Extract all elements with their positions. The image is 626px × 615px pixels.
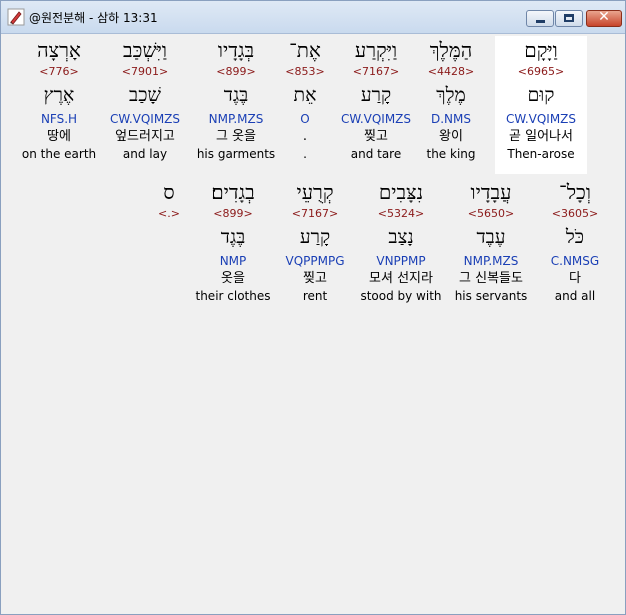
english-gloss: rent — [302, 289, 328, 303]
hebrew-root: בֶּגֶד — [223, 84, 249, 106]
minimize-button[interactable] — [526, 10, 554, 27]
strong-number[interactable]: <3605> — [529, 206, 621, 222]
english-gloss — [127, 288, 211, 304]
hebrew-root: נָצַב — [388, 226, 414, 248]
strong-number[interactable]: <5324> — [355, 206, 447, 222]
parsing-code: VQPPMPG — [285, 254, 345, 268]
parsing-code: NMP.MZS — [463, 254, 519, 268]
korean-gloss: 엎드러지고 — [115, 129, 175, 144]
hebrew-root: שָׁכַב — [129, 84, 161, 106]
title-bar[interactable]: @원전분해 - 삼하 13:31 ✕ — [1, 1, 625, 34]
korean-gloss: 모셔 선지라 — [369, 271, 433, 286]
hebrew-word: וְכָל־ — [559, 180, 591, 204]
strong-number[interactable]: <5650> — [445, 206, 537, 222]
korean-gloss: 그 옷을 — [215, 129, 256, 144]
parsing-code: CW.VQIMZS — [109, 112, 181, 126]
hebrew-word: וַיִּשְׁכַּב — [123, 38, 167, 62]
korean-gloss: 땅에 — [47, 129, 71, 144]
parsing-code — [127, 252, 211, 270]
strong-number[interactable]: <6965> — [495, 64, 587, 80]
parsing-code: CW.VQIMZS — [505, 112, 577, 126]
maximize-icon — [564, 14, 574, 22]
minimize-icon — [536, 20, 545, 23]
strong-number[interactable]: <7167> — [269, 206, 361, 222]
korean-gloss: 곧 일어나서 — [509, 129, 573, 144]
word-column[interactable]: אָרְצָה <776> אֶרֶץ NFS.H 땅에 on the eart… — [13, 36, 105, 162]
hebrew-word: נִצָּבִים — [378, 180, 424, 204]
app-window: @원전분해 - 삼하 13:31 ✕ וַיָּקָם <6965> קוּם … — [0, 0, 626, 615]
hebrew-word: עֲבָדָיו — [470, 180, 512, 204]
hebrew-root — [127, 222, 211, 252]
english-gloss: stood by with — [360, 289, 442, 303]
strong-number[interactable]: <7901> — [99, 64, 191, 80]
parsing-code: NMP.MZS — [208, 112, 264, 126]
strong-number[interactable]: <776> — [13, 64, 105, 80]
english-gloss: his garments — [196, 147, 276, 161]
parsing-code: VNPPMP — [376, 254, 426, 268]
hebrew-word: אָרְצָה — [37, 38, 81, 62]
hebrew-word: וַיָּקָם — [524, 38, 558, 62]
hebrew-root: כֹּל — [565, 226, 585, 248]
hebrew-word: בְּגָדָיו — [217, 38, 255, 62]
interlinear-panel: וַיָּקָם <6965> קוּם CW.VQIMZS 곧 일어나서 Th… — [7, 34, 621, 610]
hebrew-word: ס — [163, 180, 175, 204]
korean-gloss — [127, 270, 211, 288]
english-gloss: and all — [554, 289, 596, 303]
word-column[interactable]: בְּגָדָיו <899> בֶּגֶד NMP.MZS 그 옷을 his … — [190, 36, 282, 162]
hebrew-word: קְרֻעֵי — [296, 180, 334, 204]
korean-gloss: 찢고 — [303, 271, 327, 286]
english-gloss: Then-arose — [507, 147, 575, 161]
parsing-code: C.NMSG — [550, 254, 600, 268]
english-gloss: his servants — [454, 289, 528, 303]
parsing-code: NFS.H — [40, 112, 78, 126]
word-column[interactable]: קְרֻעֵי <7167> קָרַע VQPPMPG 찢고 rent — [269, 178, 361, 304]
pen-icon — [7, 8, 25, 26]
close-button[interactable]: ✕ — [586, 9, 622, 27]
korean-gloss: 다 — [569, 271, 581, 286]
english-gloss: on the earth — [21, 147, 97, 161]
korean-gloss: 그 신복들도 — [459, 271, 523, 286]
word-column[interactable]: עֲבָדָיו <5650> עֶבֶד NMP.MZS 그 신복들도 his… — [445, 178, 537, 304]
hebrew-root: אֶרֶץ — [43, 84, 75, 106]
word-column[interactable]: וַיִּשְׁכַּב <7901> שָׁכַב CW.VQIMZS 엎드러… — [99, 36, 191, 162]
close-icon: ✕ — [598, 9, 610, 25]
strong-number[interactable]: <.> — [127, 206, 211, 222]
word-column[interactable]: וַיָּקָם <6965> קוּם CW.VQIMZS 곧 일어나서 Th… — [495, 36, 587, 174]
hebrew-root: קָרַע — [299, 226, 331, 248]
word-column[interactable]: ס <.> — [127, 178, 211, 304]
maximize-button[interactable] — [555, 10, 583, 27]
hebrew-root: קוּם — [527, 84, 555, 106]
hebrew-root: עֶבֶד — [476, 226, 506, 248]
english-gloss: and lay — [122, 147, 168, 161]
word-column[interactable]: וְכָל־ <3605> כֹּל C.NMSG 다 and all — [529, 178, 621, 304]
strong-number[interactable]: <899> — [190, 64, 282, 80]
window-title: @원전분해 - 삼하 13:31 — [29, 11, 158, 25]
word-column[interactable]: נִצָּבִים <5324> נָצַב VNPPMP 모셔 선지라 sto… — [355, 178, 447, 304]
